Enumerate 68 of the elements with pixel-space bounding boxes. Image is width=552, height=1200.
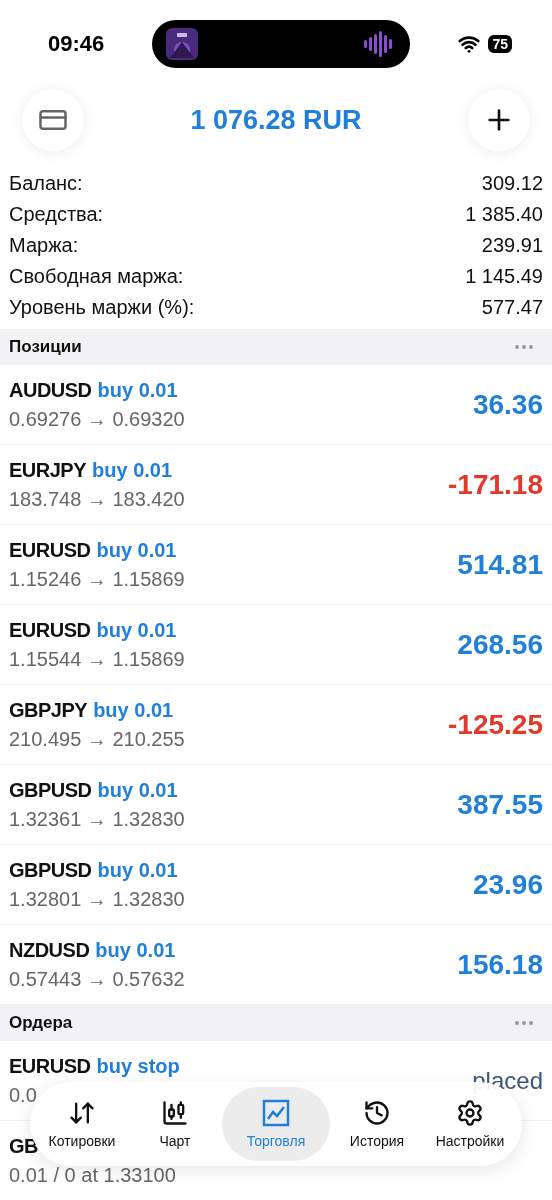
order-detail: 0.0 bbox=[9, 1083, 38, 1107]
position-row[interactable]: GBPUSD buy 0.01 1.32801 → 1.32830 23.96 bbox=[0, 845, 552, 925]
status-time: 09:46 bbox=[48, 31, 105, 57]
position-type: buy 0.01 bbox=[93, 698, 174, 722]
summary-label: Свободная маржа: bbox=[9, 265, 184, 288]
wifi-icon bbox=[458, 33, 481, 55]
position-symbol: GBPUSD bbox=[9, 778, 92, 802]
tab[interactable]: История bbox=[331, 1087, 423, 1161]
history-icon bbox=[363, 1099, 391, 1127]
order-type: buy stop bbox=[96, 1054, 180, 1078]
position-prices: 1.15544 → 1.15869 bbox=[9, 647, 185, 671]
position-type: buy 0.01 bbox=[97, 378, 178, 402]
settings-icon bbox=[456, 1099, 484, 1127]
position-prices: 0.57443 → 0.57632 bbox=[9, 967, 185, 991]
tab[interactable]: Чарт bbox=[129, 1087, 221, 1161]
summary-label: Маржа: bbox=[9, 234, 79, 257]
summary-label: Средства: bbox=[9, 203, 104, 226]
summary-value: 577.47 bbox=[481, 296, 543, 319]
summary-value: 1 145.49 bbox=[465, 265, 543, 288]
position-profit: -125.25 bbox=[448, 708, 543, 741]
position-prices: 1.32801 → 1.32830 bbox=[9, 887, 185, 911]
position-symbol: GBPUSD bbox=[9, 858, 92, 882]
section-title: Ордера bbox=[9, 1013, 73, 1033]
position-prices: 1.15246 → 1.15869 bbox=[9, 567, 185, 591]
position-row[interactable]: GBPJPY buy 0.01 210.495 → 210.255 -125.25 bbox=[0, 685, 552, 765]
order-symbol: GB bbox=[9, 1134, 38, 1158]
position-row[interactable]: AUDUSD buy 0.01 0.69276 → 0.69320 36.36 bbox=[0, 365, 552, 445]
balance-title: 1 076.28 RUR bbox=[190, 104, 362, 136]
position-symbol: EURJPY bbox=[9, 458, 87, 482]
summary-label: Баланс: bbox=[9, 172, 83, 195]
position-row[interactable]: EURUSD buy 0.01 1.15544 → 1.15869 268.56 bbox=[0, 605, 552, 685]
tab[interactable]: Торговля bbox=[222, 1087, 330, 1161]
summary-value: 309.12 bbox=[481, 172, 543, 195]
line-chart-icon bbox=[262, 1099, 290, 1127]
position-row[interactable]: GBPUSD buy 0.01 1.32361 → 1.32830 387.55 bbox=[0, 765, 552, 845]
position-profit: 514.81 bbox=[457, 548, 543, 581]
summary-label: Уровень маржи (%): bbox=[9, 296, 195, 319]
position-row[interactable]: EURUSD buy 0.01 1.15246 → 1.15869 514.81 bbox=[0, 525, 552, 605]
position-row[interactable]: EURJPY buy 0.01 183.748 → 183.420 -171.18 bbox=[0, 445, 552, 525]
position-prices: 183.748 → 183.420 bbox=[9, 487, 185, 511]
position-symbol: AUDUSD bbox=[9, 378, 92, 402]
summary-value: 239.91 bbox=[481, 234, 543, 257]
position-type: buy 0.01 bbox=[97, 778, 178, 802]
position-symbol: NZDUSD bbox=[9, 938, 90, 962]
position-type: buy 0.01 bbox=[97, 858, 178, 882]
battery-level: 75 bbox=[488, 35, 512, 53]
position-type: buy 0.01 bbox=[96, 618, 177, 642]
position-type: buy 0.01 bbox=[96, 538, 177, 562]
order-status: placed bbox=[472, 1066, 543, 1095]
position-prices: 210.495 → 210.255 bbox=[9, 727, 185, 751]
order-detail: 0.01 / 0 at 1.33100 bbox=[9, 1163, 176, 1187]
position-profit: -171.18 bbox=[448, 468, 543, 501]
position-prices: 0.69276 → 0.69320 bbox=[9, 407, 185, 431]
position-prices: 1.32361 → 1.32830 bbox=[9, 807, 185, 831]
position-symbol: EURUSD bbox=[9, 538, 91, 562]
candlestick-icon bbox=[161, 1099, 189, 1127]
position-profit: 387.55 bbox=[457, 788, 543, 821]
position-profit: 23.96 bbox=[472, 868, 543, 901]
summary-value: 1 385.40 bbox=[465, 203, 543, 226]
section-title: Позиции bbox=[9, 337, 82, 357]
position-profit: 156.18 bbox=[457, 948, 543, 981]
position-profit: 268.56 bbox=[457, 628, 543, 661]
position-symbol: EURUSD bbox=[9, 618, 91, 642]
order-symbol: EURUSD bbox=[9, 1054, 91, 1078]
position-type: buy 0.01 bbox=[95, 938, 176, 962]
position-type: buy 0.01 bbox=[92, 458, 173, 482]
position-profit: 36.36 bbox=[472, 388, 543, 421]
position-symbol: GBPJPY bbox=[9, 698, 88, 722]
